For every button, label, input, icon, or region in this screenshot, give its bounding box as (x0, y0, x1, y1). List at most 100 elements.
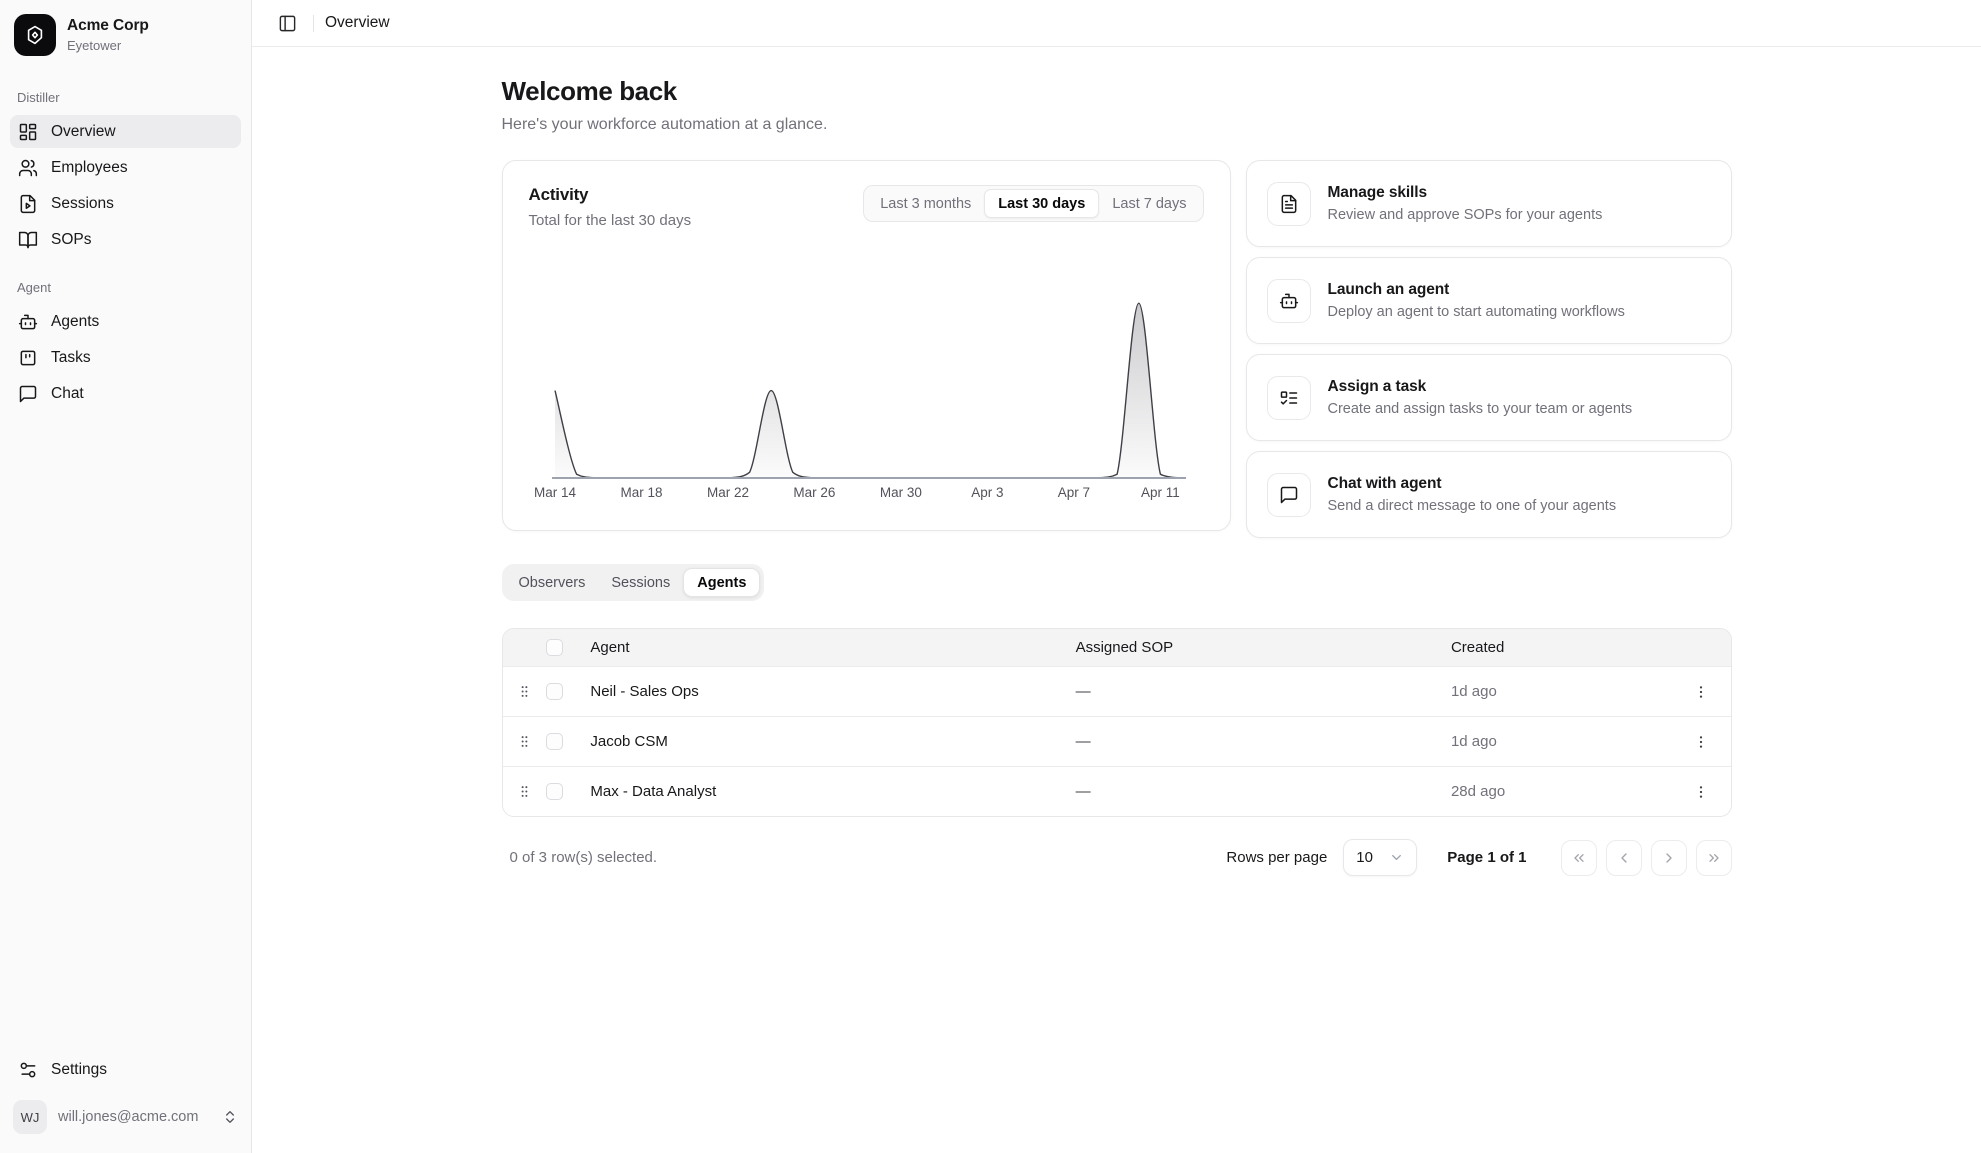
drag-handle[interactable] (517, 734, 532, 749)
row-checkbox-cell (546, 783, 580, 800)
tab-observers[interactable]: Observers (506, 568, 599, 597)
column-header-assigned-sop: Assigned SOP (1076, 639, 1451, 656)
last-page-button[interactable] (1696, 840, 1732, 876)
sliders-icon (18, 1060, 38, 1080)
sidebar-item-sessions[interactable]: Sessions (10, 187, 241, 220)
user-menu[interactable]: WJ will.jones@acme.com (10, 1095, 241, 1139)
previous-page-button[interactable] (1606, 840, 1642, 876)
range-tab-last-7-days[interactable]: Last 7 days (1099, 189, 1199, 218)
grip-vertical-icon (517, 784, 532, 799)
drag-handle[interactable] (517, 684, 532, 699)
activity-title: Activity (529, 185, 692, 205)
agent-name: Max - Data Analyst (580, 783, 1075, 800)
action-text: Manage skills Review and approve SOPs fo… (1328, 184, 1603, 223)
workspace-switcher[interactable]: Acme Corp Eyetower (10, 10, 241, 60)
sidebar-item-label: SOPs (51, 231, 91, 249)
action-description: Send a direct message to one of your age… (1328, 498, 1617, 514)
created-value: 28d ago (1451, 783, 1671, 800)
action-text: Chat with agent Send a direct message to… (1328, 475, 1617, 514)
select-all-checkbox[interactable] (546, 639, 563, 656)
sidebar: Acme Corp Eyetower Distiller Overview (0, 0, 252, 1153)
row-checkbox[interactable] (546, 683, 563, 700)
sidebar-item-chat[interactable]: Chat (10, 377, 241, 410)
sidebar-item-label: Overview (51, 123, 116, 141)
brand-text: Acme Corp Eyetower (67, 17, 149, 53)
activity-line (555, 303, 1182, 478)
row-checkbox-cell (546, 733, 580, 750)
tab-agents[interactable]: Agents (683, 568, 760, 597)
row-handle-cell (503, 684, 547, 699)
chevron-left-icon (1616, 850, 1632, 866)
page-subtitle: Here's your workforce automation at a gl… (502, 116, 1732, 134)
row-actions-button[interactable] (1686, 677, 1716, 707)
column-header-agent: Agent (580, 639, 1075, 656)
app-root: Acme Corp Eyetower Distiller Overview (0, 0, 1981, 1153)
page-content: Welcome back Here's your workforce autom… (252, 47, 1981, 1153)
sidebar-footer: Settings WJ will.jones@acme.com (10, 1053, 241, 1139)
sidebar-item-sops[interactable]: SOPs (10, 223, 241, 256)
range-tab-last-3-months[interactable]: Last 3 months (867, 189, 984, 218)
row-checkbox[interactable] (546, 783, 563, 800)
selection-status: 0 of 3 row(s) selected. (510, 849, 658, 866)
tab-sessions[interactable]: Sessions (598, 568, 683, 597)
activity-area-fill (555, 303, 1182, 478)
sidebar-item-employees[interactable]: Employees (10, 151, 241, 184)
sidebar-item-settings[interactable]: Settings (10, 1053, 241, 1086)
sidebar-toggle-button[interactable] (272, 8, 302, 38)
table-row[interactable]: Jacob CSM — 1d ago (503, 716, 1731, 766)
action-title: Assign a task (1328, 378, 1633, 396)
workspace-name: Acme Corp (67, 17, 149, 35)
bot-icon (18, 312, 38, 332)
chevrons-left-icon (1571, 850, 1587, 866)
page-title: Welcome back (502, 76, 1732, 107)
action-card-manage-skills[interactable]: Manage skills Review and approve SOPs fo… (1246, 160, 1732, 247)
sidebar-item-overview[interactable]: Overview (10, 115, 241, 148)
sidebar-item-label: Tasks (51, 349, 91, 367)
row-handle-cell (503, 734, 547, 749)
ellipsis-vertical-icon (1693, 734, 1709, 750)
topbar: Overview (252, 0, 1981, 47)
activity-area-chart: Mar 14Mar 18Mar 22Mar 26Mar 30Apr 3Apr 7… (529, 285, 1210, 500)
ellipsis-vertical-icon (1693, 684, 1709, 700)
brand-logo (14, 14, 56, 56)
sidebar-item-tasks[interactable]: Tasks (10, 341, 241, 374)
workspace-subtitle: Eyetower (67, 38, 149, 53)
action-card-chat-with-agent[interactable]: Chat with agent Send a direct message to… (1246, 451, 1732, 538)
dashboard-icon (18, 122, 38, 142)
action-card-assign-task[interactable]: Assign a task Create and assign tasks to… (1246, 354, 1732, 441)
action-card-launch-agent[interactable]: Launch an agent Deploy an agent to start… (1246, 257, 1732, 344)
section-label: Agent (10, 280, 241, 295)
section-label: Distiller (10, 90, 241, 105)
range-tab-last-30-days[interactable]: Last 30 days (984, 189, 1099, 218)
table-row[interactable]: Neil - Sales Ops — 1d ago (503, 666, 1731, 716)
nav-section-distiller: Distiller Overview Employees (10, 90, 241, 256)
kanban-icon (18, 348, 38, 368)
action-icon-box (1267, 182, 1311, 226)
drag-handle[interactable] (517, 784, 532, 799)
dashboard-row: Activity Total for the last 30 days Last… (502, 160, 1732, 538)
agent-name: Jacob CSM (580, 733, 1075, 750)
range-tabs: Last 3 months Last 30 days Last 7 days (863, 185, 1203, 222)
bot-icon (1279, 291, 1299, 311)
row-actions-button[interactable] (1686, 777, 1716, 807)
row-checkbox[interactable] (546, 733, 563, 750)
first-page-button[interactable] (1561, 840, 1597, 876)
sidebar-nav: Distiller Overview Employees (10, 60, 241, 410)
ellipsis-vertical-icon (1693, 784, 1709, 800)
breadcrumb: Overview (325, 14, 390, 32)
sidebar-item-label: Settings (51, 1061, 107, 1079)
view-tabs: Observers Sessions Agents (502, 564, 765, 601)
rows-per-page-select[interactable]: 10 (1343, 839, 1417, 876)
table-row[interactable]: Max - Data Analyst — 28d ago (503, 766, 1731, 816)
activity-subtitle: Total for the last 30 days (529, 212, 692, 229)
user-email: will.jones@acme.com (58, 1109, 211, 1125)
action-description: Deploy an agent to start automating work… (1328, 304, 1625, 320)
x-axis-tick-label: Mar 26 (793, 485, 835, 500)
created-value: 1d ago (1451, 733, 1671, 750)
x-axis-tick-label: Mar 18 (620, 485, 662, 500)
action-title: Chat with agent (1328, 475, 1617, 493)
row-actions-button[interactable] (1686, 727, 1716, 757)
sidebar-item-agents[interactable]: Agents (10, 305, 241, 338)
file-play-icon (18, 194, 38, 214)
next-page-button[interactable] (1651, 840, 1687, 876)
